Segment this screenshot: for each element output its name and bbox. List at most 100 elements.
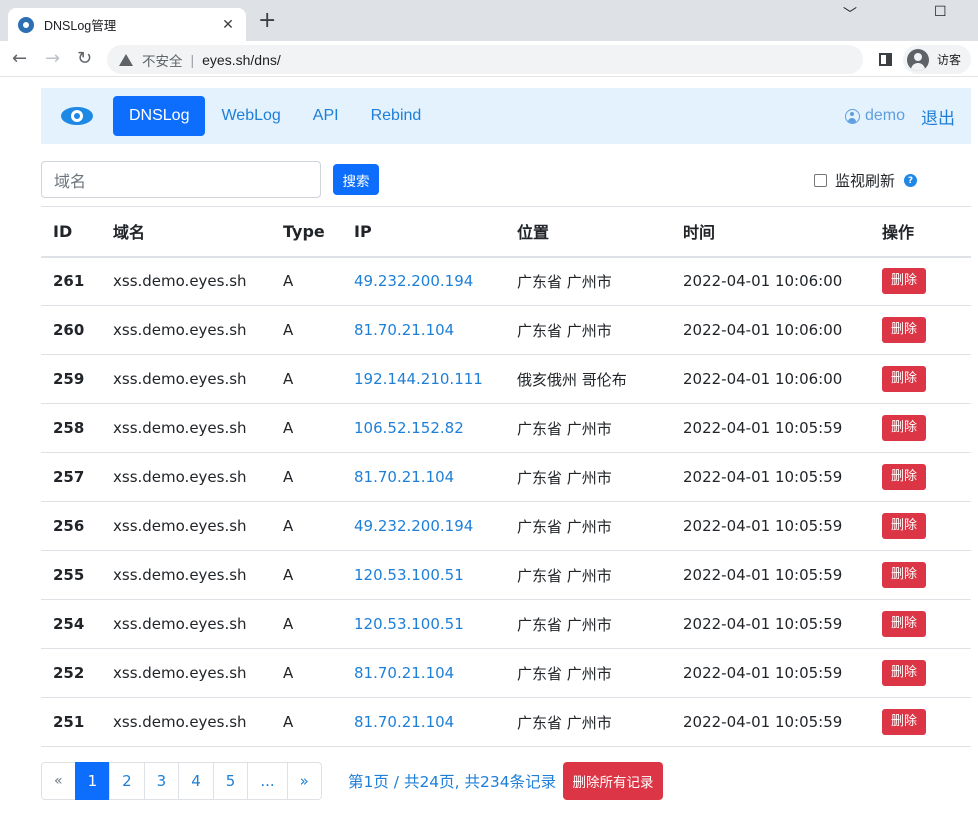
cell-action: 删除 [870,305,971,355]
cell-type: A [271,648,342,698]
nav-dnslog[interactable]: DNSLog [113,96,206,136]
monitor-refresh-toggle[interactable]: 监视刷新 ? [814,170,918,191]
pagination: « 1 2 3 4 5 ... » [41,762,322,800]
cell-domain: xss.demo.eyes.sh [101,599,271,649]
page-4[interactable]: 4 [178,762,214,800]
nav-weblog[interactable]: WebLog [205,96,296,136]
cell-ip[interactable]: 81.70.21.104 [342,452,505,502]
cell-location: 广东省 广州市 [505,501,671,551]
insecure-label: 不安全 [142,53,183,69]
page-prev[interactable]: « [41,762,76,800]
nav-api[interactable]: API [297,96,355,136]
forward-arrow-icon[interactable]: → [45,49,60,69]
cell-ip[interactable]: 81.70.21.104 [342,305,505,355]
cell-ip[interactable]: 81.70.21.104 [342,648,505,698]
cell-location: 广东省 广州市 [505,550,671,600]
cell-ip[interactable]: 192.144.210.111 [342,354,505,404]
table-row: 254 xss.demo.eyes.sh A 120.53.100.51 广东省 广州市… [41,599,971,649]
back-arrow-icon[interactable]: ← [12,49,27,69]
monitor-label: 监视刷新 [835,172,896,190]
cell-location: 广东省 广州市 [505,697,671,747]
maximize-icon[interactable]: ☐ [934,4,947,20]
header-time: 时间 [671,206,870,258]
delete-button[interactable]: 删除 [882,317,926,343]
delete-button[interactable]: 删除 [882,415,926,441]
profile-label: 访客 [937,53,962,67]
user-menu[interactable]: demo [844,107,905,125]
cell-ip[interactable]: 49.232.200.194 [342,256,505,306]
domain-search-input[interactable]: 域名 [41,161,321,198]
url-omnibox[interactable]: 不安全 | eyes.sh/dns/ [107,45,863,74]
cell-action: 删除 [870,452,971,502]
cell-id: 258 [41,403,101,453]
cell-time: 2022-04-01 10:06:00 [671,256,870,306]
delete-button[interactable]: 删除 [882,268,926,295]
page-3[interactable]: 3 [143,762,180,800]
cell-time: 2022-04-01 10:06:00 [671,305,870,355]
table-row: 258 xss.demo.eyes.sh A 106.52.152.82 广东省 广州市… [41,403,971,453]
logout-link[interactable]: 退出 [921,104,955,129]
delete-button[interactable]: 删除 [882,513,926,539]
monitor-checkbox[interactable] [814,174,827,187]
eye-favicon-icon [18,16,34,33]
tab-search-icon[interactable]: ﹀ [843,4,857,24]
cell-ip[interactable]: 120.53.100.51 [342,550,505,600]
new-tab-button[interactable]: + [258,10,276,32]
nav-rebind[interactable]: Rebind [355,96,438,136]
reload-icon[interactable]: ↻ [77,49,92,69]
table-header-row: ID 域名 Type IP 位置 时间 操作 [41,206,971,258]
cell-domain: xss.demo.eyes.sh [101,403,271,453]
warning-triangle-icon [119,53,133,66]
search-button[interactable]: 搜索 [333,164,379,195]
page-next[interactable]: » [286,762,322,800]
cell-action: 删除 [870,403,971,453]
user-circle-icon [844,108,860,124]
cell-time: 2022-04-01 10:05:59 [671,697,870,747]
cell-time: 2022-04-01 10:05:59 [671,599,870,649]
brand-logo[interactable] [41,107,113,125]
table-row: 252 xss.demo.eyes.sh A 81.70.21.104 广东省 广州市 2… [41,648,971,698]
cell-type: A [271,305,342,355]
cell-time: 2022-04-01 10:05:59 [671,501,870,551]
cell-ip[interactable]: 49.232.200.194 [342,501,505,551]
page-2[interactable]: 2 [109,762,145,800]
cell-location: 广东省 广州市 [505,452,671,502]
username: demo [864,107,905,124]
delete-button[interactable]: 删除 [882,660,926,686]
cell-domain: xss.demo.eyes.sh [101,354,271,404]
dns-log-table: ID 域名 Type IP 位置 时间 操作 261 xss.demo.eyes.… [41,206,971,747]
cell-domain: xss.demo.eyes.sh [101,697,271,747]
cell-type: A [271,697,342,747]
delete-button[interactable]: 删除 [882,562,926,588]
delete-button[interactable]: 删除 [882,709,926,735]
cell-ip[interactable]: 81.70.21.104 [342,697,505,747]
header-domain: 域名 [101,206,271,258]
site-navbar: DNSLog WebLog API Rebind demo 退出 [41,88,971,144]
cell-location: 广东省 广州市 [505,403,671,453]
help-icon[interactable]: ? [904,174,918,187]
page-1[interactable]: 1 [74,762,111,800]
side-panel-icon[interactable] [879,53,892,66]
header-ip: IP [342,206,505,258]
cell-type: A [271,550,342,600]
page-ellipsis[interactable]: ... [247,762,288,800]
browser-tab[interactable]: DNSLog管理 ✕ [8,8,246,41]
delete-button[interactable]: 删除 [882,464,926,490]
page-info: 第1页 / 共24页, 共234条记录 [348,773,557,791]
delete-button[interactable]: 删除 [882,366,926,392]
delete-all-button[interactable]: 删除所有记录 [563,762,663,800]
page-5[interactable]: 5 [212,762,249,800]
url-separator: | [190,51,195,68]
tab-title: DNSLog管理 [44,19,117,33]
cell-ip[interactable]: 120.53.100.51 [342,599,505,649]
cell-id: 259 [41,354,101,404]
cell-ip[interactable]: 106.52.152.82 [342,403,505,453]
profile-button[interactable]: 访客 [903,45,971,74]
table-row: 256 xss.demo.eyes.sh A 49.232.200.194 广东省 广州… [41,501,971,551]
cell-domain: xss.demo.eyes.sh [101,648,271,698]
cell-id: 257 [41,452,101,502]
table-row: 261 xss.demo.eyes.sh A 49.232.200.194 广东省 广州… [41,256,971,306]
cell-type: A [271,403,342,453]
tab-close-icon[interactable]: ✕ [220,17,236,33]
delete-button[interactable]: 删除 [882,611,926,637]
